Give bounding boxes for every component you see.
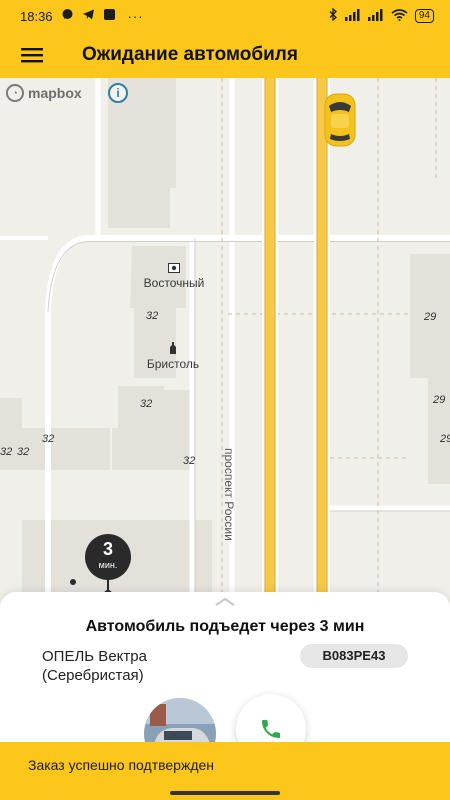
mapbox-logo: ◔ mapbox [6,84,82,102]
signal-icon-1 [344,8,361,24]
battery-indicator: 94 [414,9,434,23]
street-label: проспект России [222,448,236,541]
poi-label: Восточный [143,276,205,290]
taxi-car-icon [323,92,357,153]
mapbox-attribution: mapbox [28,85,82,101]
house-number: 32 [42,433,55,445]
hamburger-icon [21,48,43,63]
house-number: 29 [440,433,450,445]
poi-bristol[interactable]: Бристоль [134,342,212,371]
license-plate-badge: В083РЕ43 [300,644,408,668]
wifi-icon [391,8,408,24]
bluetooth-icon [328,7,338,24]
telegram-icon [82,8,95,24]
map-view[interactable]: ◔ mapbox i Восточный Бристоль 32 32 32 3… [0,78,450,600]
eta-value: 3 [102,539,113,559]
chevron-up-icon[interactable] [214,594,236,612]
pickup-eta-marker[interactable]: 3 мин. [85,534,131,580]
signal-icon-2 [367,8,384,24]
house-number: 29 [433,394,446,406]
arrival-text: Автомобиль подъедет через 3 мин [85,618,365,635]
confirmation-snackbar: Заказ успешно подтвержден [0,742,450,788]
eta-unit: мин. [98,560,118,570]
snackbar-message: Заказ успешно подтвержден [28,757,215,773]
car-model-name: ОПЕЛЬ Вектра [42,648,147,665]
house-number: 32 [17,446,30,458]
house-number: 32 [146,310,159,322]
house-number: 32 [183,455,196,467]
status-bar: 18:36 ··· 94 [0,0,450,32]
store-icon [132,262,216,276]
bottle-icon [134,342,212,357]
menu-button[interactable] [0,32,64,78]
phone-icon [262,720,280,738]
poi-label: Бристоль [146,357,200,371]
chat-icon [61,8,74,24]
attribution-info-icon[interactable]: i [108,83,128,103]
more-notifications-icon: ··· [127,8,144,24]
location-dot [70,579,76,585]
page-title: Ожидание автомобиля [82,44,298,65]
ride-info-sheet[interactable]: Автомобиль подъедет через 3 мин ОПЕЛЬ Ве… [0,592,450,770]
house-number: 32 [0,446,13,458]
car-model: ОПЕЛЬ Вектра (Серебристая) [42,647,147,685]
app-bar: Ожидание автомобиля [0,32,450,78]
poi-vostochny[interactable]: Восточный [132,262,216,290]
house-number: 29 [424,311,437,323]
status-time: 18:36 [20,8,53,24]
house-number: 32 [140,398,153,410]
mapbox-mark-icon: ◔ [6,84,24,102]
home-indicator[interactable] [170,791,280,795]
car-color: (Серебристая) [42,667,144,684]
app-icon [103,8,116,24]
